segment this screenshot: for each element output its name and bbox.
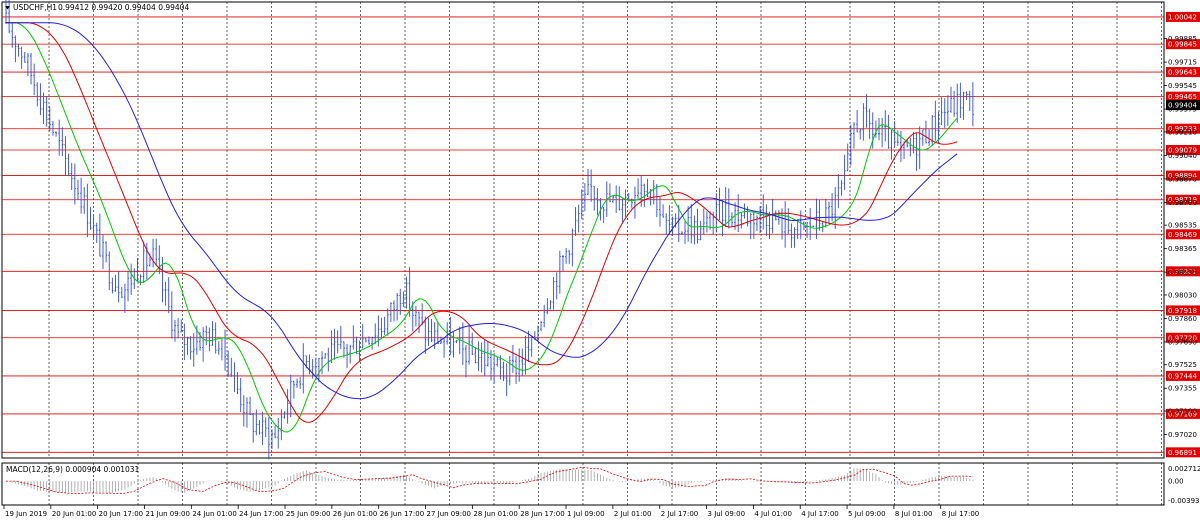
y-tick-label: 0.99545 bbox=[1168, 82, 1197, 90]
y-tick-label: 0.98700 bbox=[1168, 199, 1197, 207]
level-label: 0.97918 bbox=[1168, 307, 1197, 315]
level-label: 0.97444 bbox=[1168, 372, 1197, 380]
y-tick-label: 0.98195 bbox=[1168, 269, 1197, 277]
x-tick-label: 19 Jun 2019 bbox=[5, 510, 47, 518]
y-tick-label: 0.97355 bbox=[1168, 385, 1197, 393]
y-tick-label: 0.98365 bbox=[1168, 245, 1197, 253]
x-tick-label: 28 Jun 01:00 bbox=[473, 510, 517, 518]
macd-tick-label: -0.003939 bbox=[1168, 497, 1200, 505]
level-label: 0.99465 bbox=[1168, 93, 1197, 101]
y-tick-label: 0.97190 bbox=[1168, 408, 1197, 416]
time-axis: 19 Jun 2019 20 Jun 01:00 20 Jun 17:00 21 Ju… bbox=[3, 505, 980, 518]
x-tick-label: 8 Jul 01:00 bbox=[895, 510, 933, 518]
x-tick-label: 4 Jul 17:00 bbox=[801, 510, 839, 518]
macd-tick-label: 0.002712 bbox=[1168, 465, 1200, 473]
x-tick-label: 25 Jun 09:00 bbox=[286, 510, 330, 518]
x-tick-label: 24 Jun 01:00 bbox=[192, 510, 236, 518]
x-tick-label: 1 Jul 09:00 bbox=[567, 510, 605, 518]
y-tick-label: 0.97525 bbox=[1168, 361, 1197, 369]
level-label: 0.98469 bbox=[1168, 231, 1197, 239]
x-tick-label: 20 Jun 01:00 bbox=[52, 510, 96, 518]
x-tick-label: 3 Jul 09:00 bbox=[708, 510, 746, 518]
y-tick-label: 0.98870 bbox=[1168, 175, 1197, 183]
level-label: 0.99643 bbox=[1168, 69, 1197, 77]
x-tick-label: 4 Jul 01:00 bbox=[754, 510, 792, 518]
y-tick-label: 0.97020 bbox=[1168, 431, 1197, 439]
x-tick-label: 8 Jul 17:00 bbox=[942, 510, 980, 518]
y-tick-label: 0.99040 bbox=[1168, 152, 1197, 160]
x-tick-label: 2 Jul 01:00 bbox=[614, 510, 652, 518]
current-price-label: 0.99404 bbox=[1168, 102, 1197, 110]
x-tick-label: 20 Jun 17:00 bbox=[99, 510, 143, 518]
y-tick-label: 0.99715 bbox=[1168, 59, 1197, 67]
x-tick-label: 21 Jun 09:00 bbox=[146, 510, 190, 518]
trading-chart[interactable]: 1.000420.998450.996430.994650.992330.990… bbox=[0, 0, 1200, 523]
y-tick-label: 0.98535 bbox=[1168, 222, 1197, 230]
level-label: 1.00042 bbox=[1168, 13, 1197, 21]
y-tick-label: 0.97690 bbox=[1168, 338, 1197, 346]
macd-tick-label: 0.00 bbox=[1168, 478, 1184, 486]
y-tick-label: 0.97860 bbox=[1168, 315, 1197, 323]
x-tick-label: 26 Jun 17:00 bbox=[380, 510, 424, 518]
y-tick-label: 0.99210 bbox=[1168, 128, 1197, 136]
x-tick-label: 5 Jul 09:00 bbox=[848, 510, 886, 518]
x-tick-label: 28 Jun 17:00 bbox=[520, 510, 564, 518]
macd-axis: 0.002712 0.00 -0.003939 bbox=[1168, 465, 1200, 505]
x-tick-label: 2 Jul 17:00 bbox=[661, 510, 699, 518]
symbol-label: USDCHF,H1 bbox=[13, 3, 57, 12]
y-tick-label: 0.98030 bbox=[1168, 291, 1197, 299]
x-tick-label: 26 Jun 01:00 bbox=[333, 510, 377, 518]
x-tick-label: 27 Jun 09:00 bbox=[427, 510, 471, 518]
level-label: 0.96891 bbox=[1168, 449, 1197, 457]
quote-values: 0.99412 0.99420 0.99404 0.99404 bbox=[58, 3, 189, 12]
x-tick-label: 24 Jun 17:00 bbox=[239, 510, 283, 518]
y-tick-label: 0.99885 bbox=[1168, 35, 1197, 43]
macd-label: MACD(12,26,9) 0.000904 0.001031 bbox=[6, 465, 140, 474]
